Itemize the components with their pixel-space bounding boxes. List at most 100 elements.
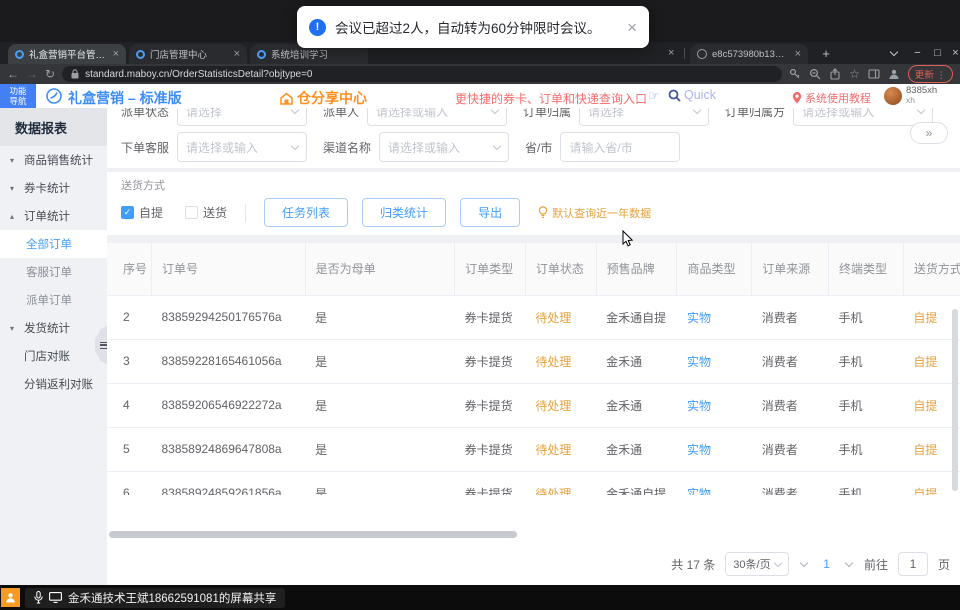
order-agent-select[interactable]: 请选择或输入 — [177, 132, 307, 162]
sidebar-item-distribution-rebate[interactable]: 分销返利对账 — [0, 370, 107, 398]
cell-product-type[interactable]: 实物 — [677, 383, 752, 427]
column-header[interactable]: 序号 — [107, 243, 151, 295]
window-minimize-button[interactable]: − — [908, 42, 927, 64]
current-page[interactable]: 1 — [819, 557, 834, 571]
filter-label: 渠道名称 — [323, 139, 371, 156]
bookmark-star-icon[interactable]: ☆ — [849, 67, 860, 81]
expand-filters-button[interactable]: » — [910, 122, 948, 144]
quick-label: Quick — [684, 88, 716, 102]
goto-page-input[interactable] — [898, 552, 928, 576]
column-header[interactable]: 订单状态 — [525, 243, 596, 295]
cell-product-type[interactable]: 实物 — [677, 471, 752, 495]
chevron-down-icon — [291, 141, 299, 149]
zoom-icon[interactable] — [809, 68, 821, 80]
participant-badge[interactable] — [1, 588, 20, 607]
share-status-text: 金禾通技术王斌18662591081的屏幕共享 — [68, 590, 276, 606]
reload-icon[interactable]: ↻ — [45, 68, 55, 80]
order-ownership-select[interactable]: 请选择 — [579, 108, 709, 126]
profile-icon[interactable] — [888, 68, 900, 80]
meeting-toast: ! 会议已超过2人，自动转为60分钟限时会议。 × — [297, 6, 649, 48]
new-tab-button[interactable]: + — [818, 46, 834, 61]
sidebar-item-card-stats[interactable]: ▾ 券卡统计 — [0, 174, 107, 202]
share-center-link[interactable]: 仓分享中心 — [280, 88, 367, 108]
key-icon[interactable] — [789, 68, 801, 80]
channel-name-select[interactable]: 请选择或输入 — [379, 132, 509, 162]
table-row[interactable]: 5 83858924869647808a 是 券卡提货 待处理 金禾通 实物 消… — [107, 427, 960, 471]
sidebar-item-dispatch-orders[interactable]: 派单订单 — [0, 286, 107, 314]
cell-is-parent: 是 — [305, 339, 455, 383]
user-menu[interactable]: 8385xh xh — [884, 86, 937, 106]
column-header[interactable]: 订单号 — [151, 243, 305, 295]
toast-message: 会议已超过2人，自动转为60分钟限时会议。 — [335, 17, 601, 37]
cell-product-type[interactable]: 实物 — [677, 427, 752, 471]
window-close-button[interactable]: × — [946, 42, 960, 64]
browser-tab-1[interactable]: 礼盒营销平台管理中心 × — [8, 44, 126, 64]
cell-product-type[interactable]: 实物 — [677, 339, 752, 383]
table-row[interactable]: 6 83858924859261856a 是 券卡提货 待处理 金禾通自提 实物… — [107, 471, 960, 495]
column-header[interactable]: 终端类型 — [829, 243, 904, 295]
screen-share-bar: 金禾通技术王斌18662591081的屏幕共享 — [0, 585, 960, 610]
tab-close-icon[interactable]: × — [668, 47, 674, 59]
close-icon[interactable]: × — [627, 19, 637, 36]
cell-status: 待处理 — [525, 295, 596, 339]
tab-search-chevron-icon[interactable] — [884, 42, 903, 64]
column-header[interactable]: 是否为母单 — [305, 243, 455, 295]
function-nav-toggle[interactable]: 功能 导航 — [0, 84, 36, 108]
column-header[interactable]: 订单来源 — [752, 243, 829, 295]
pickup-checkbox[interactable]: ✓ 自提 — [121, 204, 163, 221]
window-maximize-button[interactable]: □ — [928, 42, 947, 64]
page-size-select[interactable]: 30条/页 — [725, 552, 789, 576]
sidebar-item-shipping-stats[interactable]: ▾ 发货统计 — [0, 314, 107, 342]
browser-tab-2[interactable]: 门店管理中心 × — [129, 44, 247, 64]
sidebar-item-product-sales-stats[interactable]: ▾ 商品销售统计 — [0, 146, 107, 174]
category-stats-button[interactable]: 归类统计 — [362, 198, 446, 227]
cell-source: 消费者 — [752, 383, 829, 427]
task-list-button[interactable]: 任务列表 — [264, 198, 348, 227]
column-header[interactable]: 订单类型 — [455, 243, 526, 295]
tab-close-icon[interactable]: × — [234, 49, 240, 60]
cell-order-no: 83858924869647808a — [151, 427, 305, 471]
browser-tab-5[interactable]: e8c573980b1328a258fd2e6 × — [690, 44, 808, 64]
table-row[interactable]: 3 83859228165461056a 是 券卡提货 待处理 金禾通 实物 消… — [107, 339, 960, 383]
sidebar-item-order-stats[interactable]: ▴ 订单统计 — [0, 202, 107, 230]
divider — [245, 204, 246, 222]
vertical-scrollbar[interactable] — [952, 309, 958, 491]
app-favicon — [136, 50, 145, 59]
cell-order-type: 券卡提货 — [455, 471, 526, 495]
horizontal-scrollbar[interactable] — [109, 531, 517, 538]
forward-arrow-icon[interactable]: → — [26, 68, 38, 80]
chevron-down-icon — [917, 108, 925, 114]
table-header-row: 序号 订单号 是否为母单 订单类型 订单状态 预售品牌 商品类型 订单来源 终端… — [107, 243, 960, 295]
column-header[interactable]: 预售品牌 — [596, 243, 677, 295]
next-page-button[interactable] — [844, 563, 854, 566]
total-count: 共 17 条 — [671, 556, 715, 573]
tab-close-icon[interactable]: × — [795, 49, 801, 60]
tab-close-icon[interactable]: × — [113, 49, 119, 60]
cell-source: 消费者 — [752, 295, 829, 339]
province-city-input[interactable]: 请输入省/市 — [560, 132, 680, 162]
column-header[interactable]: 商品类型 — [677, 243, 752, 295]
sidebar-item-service-orders[interactable]: 客服订单 — [0, 258, 107, 286]
share-icon[interactable] — [829, 68, 841, 80]
quick-search-link[interactable]: Quick — [668, 88, 716, 102]
column-header[interactable]: 送货方式 — [903, 243, 960, 295]
export-button[interactable]: 导出 — [460, 198, 520, 227]
order-ownership-party-select[interactable]: 请选择或输入 — [793, 108, 933, 126]
table-row[interactable]: 4 83859206546922272a 是 券卡提货 待处理 金禾通 实物 消… — [107, 383, 960, 427]
cell-index: 3 — [107, 339, 151, 383]
back-arrow-icon[interactable]: ← — [7, 68, 19, 80]
prev-page-button[interactable] — [799, 563, 809, 566]
chevron-up-icon: ▴ — [10, 212, 19, 221]
chrome-update-button[interactable]: 更新 ⋮ — [908, 65, 953, 83]
table-row[interactable]: 2 83859294250176576a 是 券卡提货 待处理 金禾通自提 实物… — [107, 295, 960, 339]
side-panel-icon[interactable] — [868, 68, 880, 80]
tutorial-link[interactable]: 系统使用教程 — [792, 90, 871, 106]
dispatcher-select[interactable]: 请选择或输入 — [367, 108, 507, 126]
url-field[interactable]: standard.maboy.cn/OrderStatisticsDetail?… — [62, 66, 782, 82]
checkbox-unchecked-icon — [185, 206, 198, 219]
delivery-checkbox[interactable]: 送货 — [185, 204, 227, 221]
dispatch-status-select[interactable]: 请选择 — [177, 108, 307, 126]
sidebar-item-store-reconciliation[interactable]: 门店对账 — [0, 342, 107, 370]
cell-product-type[interactable]: 实物 — [677, 295, 752, 339]
sidebar-item-all-orders[interactable]: 全部订单 — [0, 230, 107, 258]
